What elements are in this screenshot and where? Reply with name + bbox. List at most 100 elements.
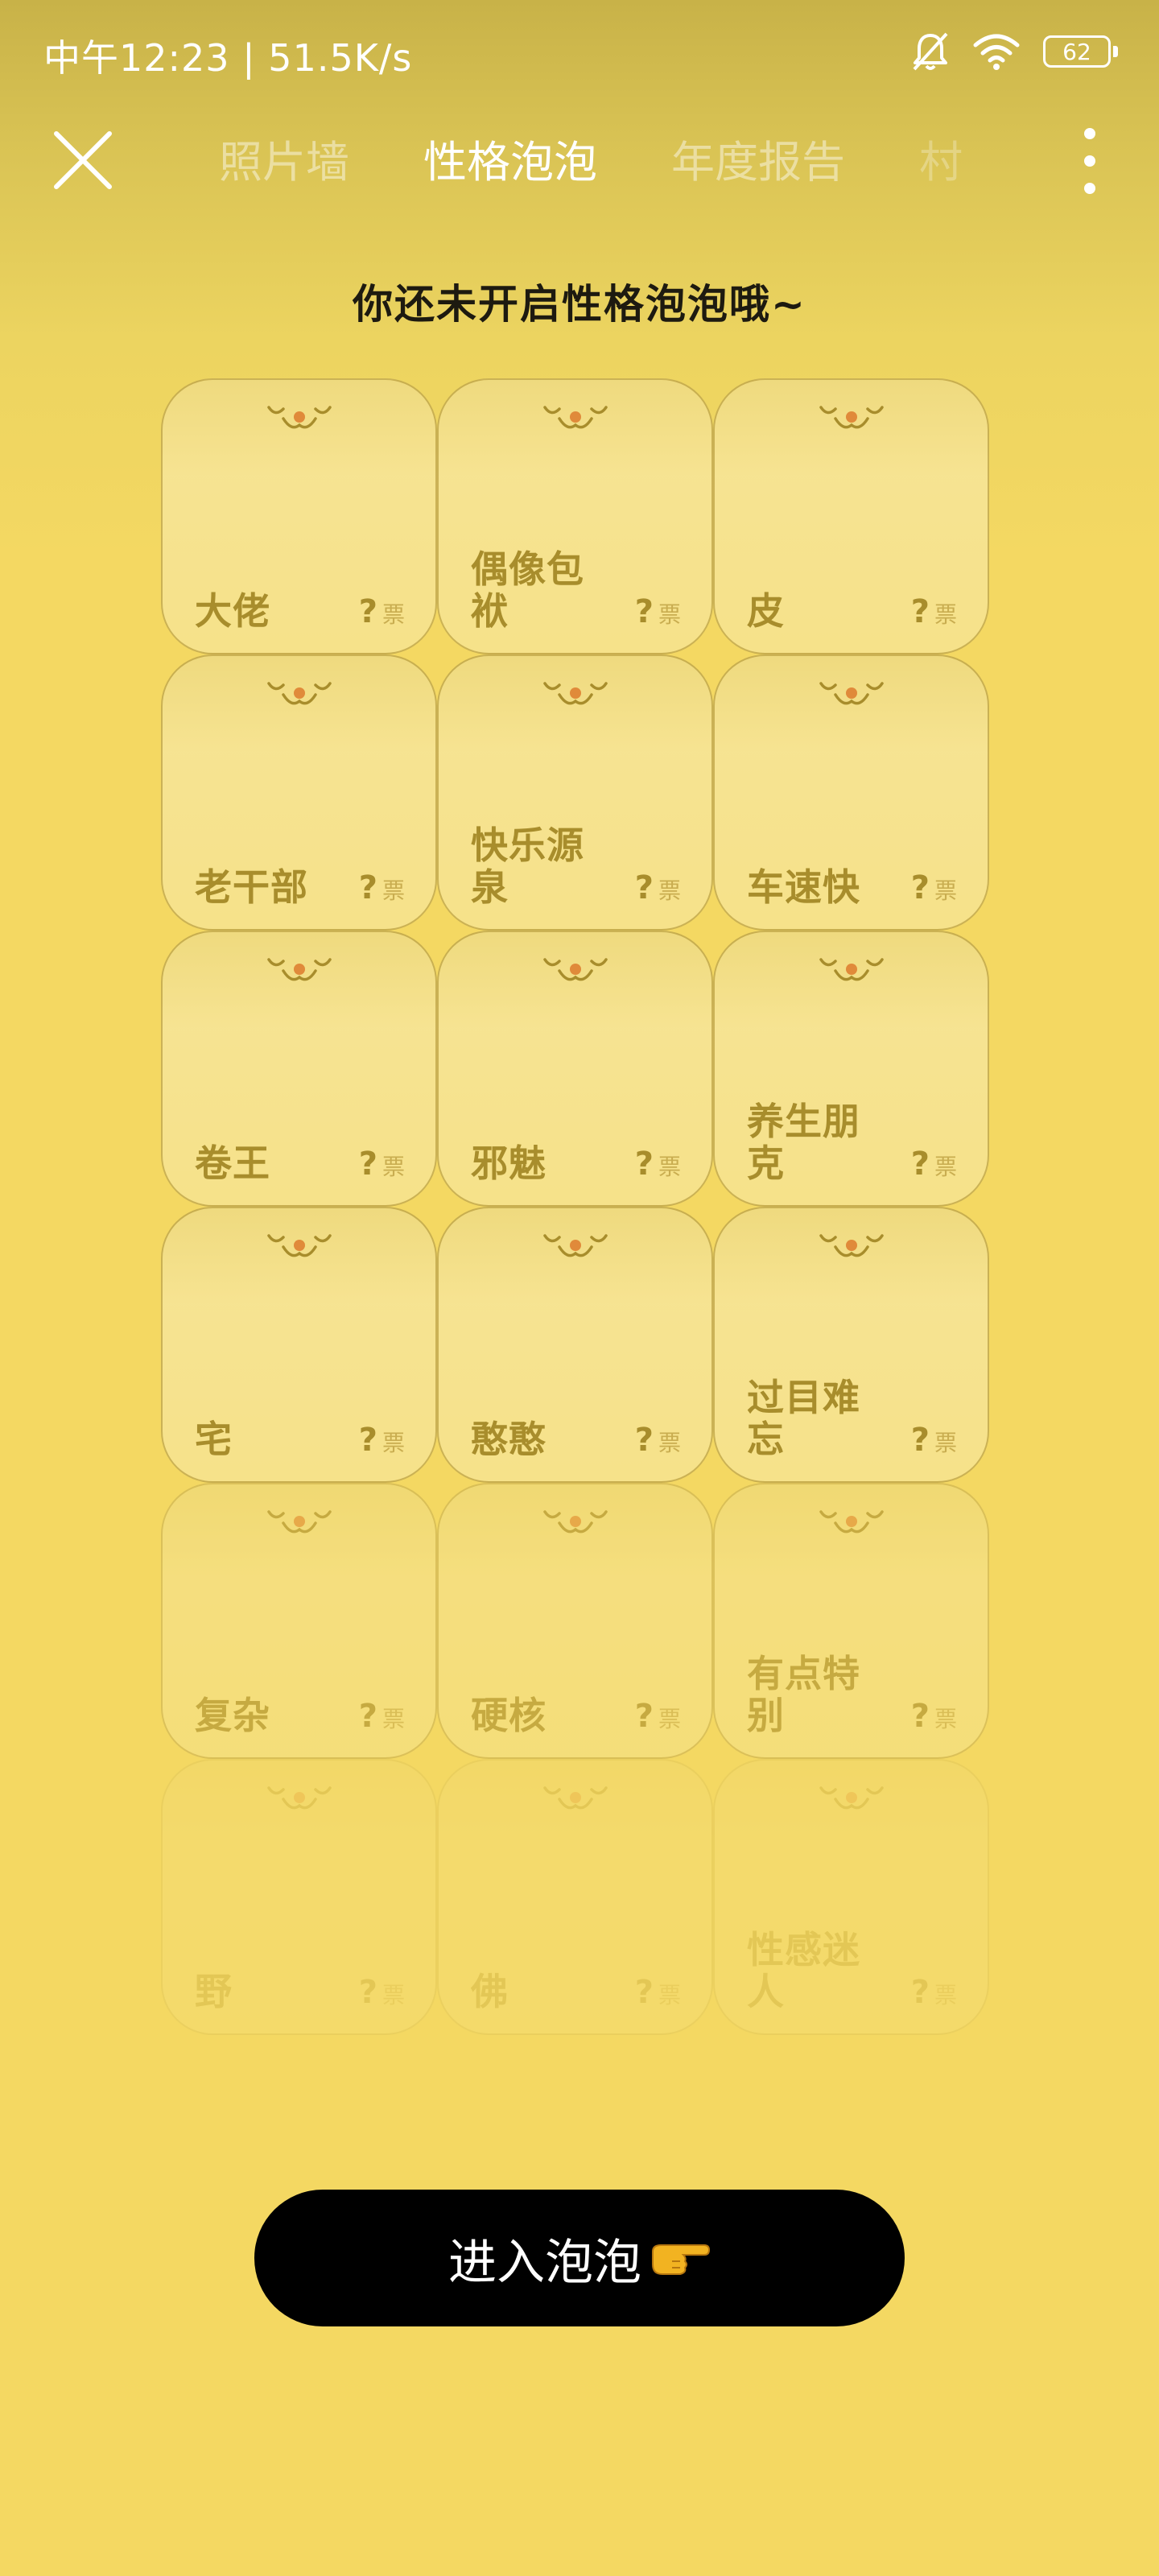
vote-count: ? 票 — [635, 1974, 681, 2011]
vote-value: ? — [910, 869, 930, 906]
bubble-face-icon — [266, 682, 332, 705]
vote-value: ? — [634, 869, 654, 906]
personality-bubble[interactable]: 大佬? 票 — [161, 378, 437, 654]
vote-value: ? — [634, 1974, 654, 2011]
more-button[interactable] — [1069, 122, 1111, 200]
status-bar: 中午12:23 | 51.5K/s 62 — [0, 0, 1159, 105]
vote-value: ? — [358, 1974, 377, 2011]
page-title: 你还未开启性格泡泡哦~ — [353, 281, 806, 328]
vote-value: ? — [358, 1146, 377, 1183]
bubble-label: 憨憨 — [471, 1418, 547, 1461]
battery-icon: 62 — [1043, 35, 1118, 68]
vote-unit: 票 — [658, 601, 681, 628]
personality-bubble[interactable]: 卷王? 票 — [161, 931, 437, 1207]
vote-value: ? — [910, 1422, 930, 1459]
vote-unit: 票 — [658, 1982, 681, 2008]
personality-bubble[interactable]: 邪魅? 票 — [437, 931, 713, 1207]
tab-photo-wall[interactable]: 照片墙 — [219, 126, 349, 190]
bubble-label: 宅 — [195, 1418, 233, 1461]
tab-personality-bubbles[interactable]: 性格泡泡 — [423, 126, 597, 190]
personality-bubble[interactable]: 佛? 票 — [437, 1759, 713, 2035]
personality-bubble[interactable]: 老干部? 票 — [161, 654, 437, 931]
status-time-speed: 中午12:23 | 51.5K/s — [43, 36, 413, 80]
bubble-label: 性感迷人 — [747, 1928, 860, 2013]
bubble-label: 复杂 — [195, 1694, 270, 1737]
bubble-label: 过目难忘 — [747, 1376, 860, 1461]
vote-count: ? 票 — [359, 869, 405, 906]
personality-bubble[interactable]: 硬核? 票 — [437, 1483, 713, 1759]
bubble-label: 硬核 — [471, 1694, 547, 1737]
vote-count: ? 票 — [911, 1974, 957, 2011]
vote-value: ? — [358, 869, 377, 906]
personality-bubble[interactable]: 偶像包袱? 票 — [437, 378, 713, 654]
enter-bubbles-button[interactable]: 进入泡泡 — [254, 2190, 905, 2326]
tab-village[interactable]: 村 — [919, 126, 963, 190]
vote-count: ? 票 — [911, 869, 957, 906]
bubble-face-icon — [819, 682, 884, 705]
vote-unit: 票 — [658, 1706, 681, 1732]
close-icon — [54, 131, 112, 189]
vote-count: ? 票 — [911, 593, 957, 630]
bubble-face-icon — [266, 406, 332, 429]
status-icons: 62 — [911, 29, 1118, 74]
personality-bubble[interactable]: 性感迷人? 票 — [713, 1759, 989, 2035]
bubble-label: 快乐源泉 — [471, 824, 584, 909]
bubble-label: 邪魅 — [471, 1141, 547, 1185]
personality-bubble[interactable]: 养生朋克? 票 — [713, 931, 989, 1207]
vote-unit: 票 — [934, 1982, 957, 2008]
tab-annual-report[interactable]: 年度报告 — [671, 126, 845, 190]
vote-count: ? 票 — [635, 1698, 681, 1735]
vote-count: ? 票 — [911, 1146, 957, 1183]
vote-unit: 票 — [382, 1154, 405, 1180]
personality-bubble[interactable]: 过目难忘 ? 票 — [713, 1207, 989, 1483]
vote-unit: 票 — [382, 1430, 405, 1456]
vote-count: ? 票 — [911, 1698, 957, 1735]
vote-value: ? — [358, 593, 377, 630]
vote-count: ? 票 — [911, 1422, 957, 1459]
personality-bubble[interactable]: 宅? 票 — [161, 1207, 437, 1483]
bubble-face-icon — [542, 958, 608, 981]
vote-count: ? 票 — [359, 1422, 405, 1459]
bubble-face-icon — [542, 1786, 608, 1810]
vote-count: ? 票 — [635, 1146, 681, 1183]
bubble-label: 野 — [195, 1970, 233, 2013]
vote-unit: 票 — [658, 1430, 681, 1456]
vote-count: ? 票 — [359, 1698, 405, 1735]
vote-unit: 票 — [382, 1982, 405, 2008]
personality-bubble[interactable]: 复杂 ? 票 — [161, 1483, 437, 1759]
personality-bubble[interactable]: 快乐源泉? 票 — [437, 654, 713, 931]
vote-unit: 票 — [934, 1706, 957, 1732]
bubble-label: 佛 — [471, 1970, 509, 2013]
bubble-face-icon — [819, 1510, 884, 1534]
bubble-face-icon — [819, 1786, 884, 1810]
bubble-face-icon — [542, 1510, 608, 1534]
vote-value: ? — [634, 1698, 654, 1735]
personality-bubble[interactable]: 憨憨? 票 — [437, 1207, 713, 1483]
vote-value: ? — [634, 1146, 654, 1183]
personality-bubble[interactable]: 皮 ? 票 — [713, 378, 989, 654]
vote-value: ? — [910, 1146, 930, 1183]
bubble-face-icon — [266, 1234, 332, 1257]
bubble-face-icon — [542, 406, 608, 429]
personality-bubble[interactable]: 有点特别? 票 — [713, 1483, 989, 1759]
vote-value: ? — [634, 1422, 654, 1459]
bubble-face-icon — [266, 1786, 332, 1810]
close-button[interactable] — [48, 126, 118, 195]
vote-value: ? — [910, 1698, 930, 1735]
personality-bubble[interactable]: 野? 票 — [161, 1759, 437, 2035]
vote-value: ? — [358, 1698, 377, 1735]
vote-count: ? 票 — [359, 1146, 405, 1183]
vote-value: ? — [910, 1974, 930, 2011]
personality-bubble[interactable]: 车速快? 票 — [713, 654, 989, 931]
vote-unit: 票 — [382, 601, 405, 628]
vote-value: ? — [358, 1422, 377, 1459]
pointing-hand-icon — [652, 2244, 711, 2275]
vote-unit: 票 — [934, 1154, 957, 1180]
bubble-label: 皮 — [747, 589, 785, 633]
bubble-label: 老干部 — [195, 865, 308, 909]
vote-unit: 票 — [658, 1154, 681, 1180]
top-nav: 照片墙 性格泡泡 年度报告 村 — [0, 105, 1159, 209]
vote-count: ? 票 — [359, 593, 405, 630]
vote-unit: 票 — [382, 877, 405, 904]
bubble-face-icon — [542, 1234, 608, 1257]
